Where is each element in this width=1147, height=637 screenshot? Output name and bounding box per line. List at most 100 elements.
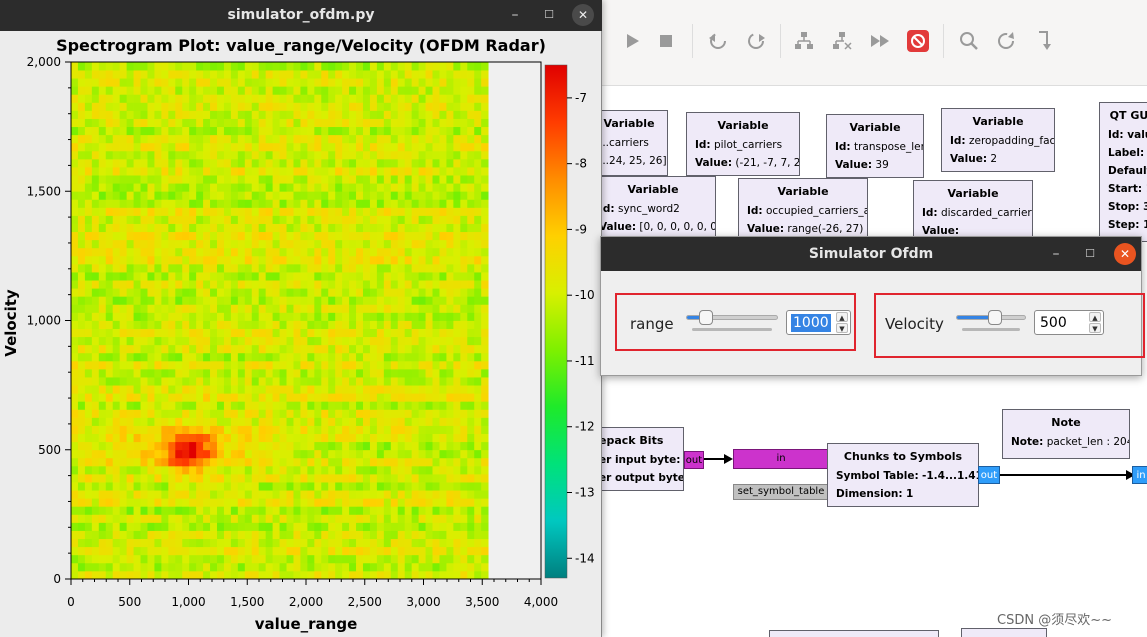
chunks-out-port[interactable]: out: [978, 466, 1000, 484]
heatmap-cell: [369, 239, 378, 249]
set-symbol-table-port[interactable]: set_symbol_table: [733, 484, 829, 500]
heatmap-cell: [258, 70, 267, 79]
chunks-to-symbols-block[interactable]: Chunks to Symbols Symbol Table: -1.4...1…: [827, 443, 979, 507]
block-partial[interactable]: [769, 630, 939, 637]
heatmap-cell: [196, 70, 204, 79]
repack-bits-block[interactable]: epack Bits er input byte: 8 er output by…: [590, 427, 684, 491]
heatmap-cell: [251, 110, 260, 119]
block-partial[interactable]: [961, 628, 1047, 637]
plot-window[interactable]: simulator_ofdm.py – ☐ ✕ Spectrogram Plot…: [0, 0, 602, 637]
heatmap-cell: [362, 255, 371, 265]
spin-up-icon[interactable]: ▲: [1089, 312, 1101, 322]
heatmap-cell: [161, 393, 169, 402]
heatmap-cell: [119, 570, 128, 580]
close-icon[interactable]: ✕: [1114, 243, 1136, 265]
search-icon[interactable]: [955, 27, 983, 55]
velocity-slider-handle[interactable]: [988, 310, 1002, 325]
stop-icon[interactable]: [652, 27, 680, 55]
repack-out-port[interactable]: out: [684, 451, 704, 469]
velocity-value[interactable]: 500: [1040, 314, 1067, 332]
heatmap-cell: [196, 554, 204, 564]
disable-flowgraph-icon[interactable]: [828, 27, 856, 55]
heatmap-cell: [293, 158, 301, 168]
maximize-icon[interactable]: ☐: [1081, 245, 1099, 263]
range-value[interactable]: 1000: [791, 314, 831, 332]
range-spinbox[interactable]: 1000 ▲ ▼: [786, 310, 851, 335]
spin-up-icon[interactable]: ▲: [836, 312, 848, 322]
undo-icon[interactable]: [704, 27, 732, 55]
heatmap-cell: [342, 377, 350, 386]
heatmap-cell: [300, 465, 308, 475]
next-block-in-port[interactable]: in: [1132, 466, 1147, 484]
heatmap-cell: [71, 126, 79, 136]
fast-forward-icon[interactable]: [866, 27, 894, 55]
spin-down-icon[interactable]: ▼: [1089, 323, 1101, 333]
heatmap-cell: [119, 514, 128, 523]
heatmap-cell: [203, 417, 211, 426]
heatmap-cell: [356, 385, 364, 394]
kill-icon[interactable]: [904, 27, 932, 55]
note-block[interactable]: Note Note: packet_len : 2048: [1002, 409, 1130, 459]
heatmap-cell: [196, 336, 204, 346]
spin-down-icon[interactable]: ▼: [836, 323, 848, 333]
heatmap-cell: [425, 409, 433, 418]
heatmap-cell: [467, 142, 475, 152]
heatmap-cell: [119, 417, 128, 426]
run-icon[interactable]: [618, 27, 646, 55]
heatmap-cell: [168, 142, 176, 152]
move-down-icon[interactable]: [1030, 27, 1058, 55]
velocity-spinbox[interactable]: 500 ▲ ▼: [1034, 310, 1104, 335]
flowgraph-icon[interactable]: [790, 27, 818, 55]
close-icon[interactable]: ✕: [572, 4, 594, 26]
sim-window-titlebar[interactable]: Simulator Ofdm – ☐ ✕: [601, 237, 1141, 271]
heatmap-cell: [439, 70, 447, 79]
heatmap-cell: [390, 288, 399, 297]
heatmap-cell: [251, 78, 260, 87]
heatmap-cell: [119, 86, 128, 95]
simulator-ofdm-window[interactable]: Simulator Ofdm – ☐ ✕ range 1000 ▲ ▼ Velo…: [600, 236, 1145, 376]
heatmap-cell: [105, 304, 114, 313]
chunks-in-port[interactable]: in: [733, 449, 829, 469]
variable-block-occupied-carriers-all[interactable]: Variable Id: occupied_carriers_all Value…: [738, 178, 868, 242]
heatmap-cell: [196, 288, 204, 297]
variable-block-transpose-len[interactable]: Variable Id: transpose_len Value: 39: [826, 114, 924, 178]
heatmap-cell: [397, 385, 406, 394]
variable-block-discarded-carriers[interactable]: Variable Id: discarded_carriers Value:: [913, 180, 1033, 240]
reload-icon[interactable]: [992, 27, 1020, 55]
heatmap-cell: [474, 570, 482, 580]
range-slider-handle[interactable]: [699, 310, 713, 325]
heatmap-cell: [265, 368, 274, 378]
range-slider[interactable]: [686, 310, 778, 325]
velocity-slider[interactable]: [956, 310, 1026, 325]
heatmap-cell: [362, 304, 371, 313]
heatmap-cell: [356, 175, 364, 184]
heatmap-cell: [265, 320, 274, 329]
heatmap-cell: [77, 368, 86, 378]
heatmap-cell: [210, 175, 218, 184]
minimize-icon[interactable]: –: [506, 6, 524, 24]
heatmap-cell: [258, 102, 267, 111]
heatmap-cell: [272, 158, 280, 168]
redo-icon[interactable]: [742, 27, 770, 55]
heatmap-cell: [411, 465, 420, 475]
heatmap-cell: [362, 207, 371, 216]
spectrogram-plot[interactable]: Spectrogram Plot: value_range/Velocity (…: [0, 31, 602, 637]
variable-block-pilot-carriers[interactable]: Variable Id: pilot_carriers Value: (-21,…: [686, 112, 800, 176]
maximize-icon[interactable]: ☐: [540, 6, 558, 24]
heatmap-cell: [293, 118, 301, 128]
heatmap-cell: [105, 239, 114, 249]
heatmap-cell: [321, 150, 329, 160]
heatmap-cell: [84, 465, 93, 475]
heatmap-cell: [376, 150, 385, 160]
variable-block-zeropadding[interactable]: Variable Id: zeropadding_fac Value: 2: [941, 108, 1055, 172]
heatmap-cell: [133, 433, 141, 443]
heatmap-cell: [251, 320, 260, 329]
heatmap-cell: [286, 255, 294, 265]
variable-block-sync-word2[interactable]: Variable Id: sync_word2 Value: [0, 0, 0,…: [590, 176, 716, 240]
minimize-icon[interactable]: –: [1047, 245, 1065, 263]
heatmap-cell: [216, 110, 225, 119]
plot-window-titlebar[interactable]: simulator_ofdm.py – ☐ ✕: [0, 0, 602, 31]
heatmap-cell: [161, 312, 169, 321]
qt-gui-range-block[interactable]: QT GU Id: value Label: ra Default V Star…: [1099, 102, 1147, 242]
heatmap-cell: [300, 199, 308, 208]
